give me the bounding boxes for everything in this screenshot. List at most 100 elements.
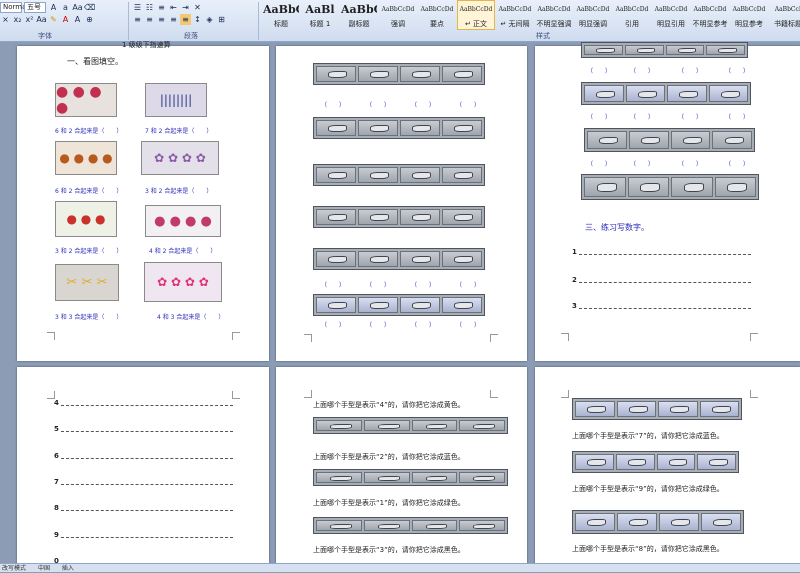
style-sample: AaBbCcDd	[537, 6, 571, 13]
font-color-icon[interactable]: A	[60, 14, 71, 25]
align-right-icon[interactable]: ≡	[156, 14, 167, 25]
status-mode[interactable]: 改写模式	[2, 565, 26, 572]
style-option[interactable]: AaBbCcDd 要点	[418, 0, 456, 30]
char-shading-icon[interactable]: A	[72, 14, 83, 25]
style-name: 副标题	[348, 20, 370, 28]
hand-strip-7	[581, 42, 748, 58]
answer-blank: （ ）	[587, 68, 612, 75]
page-5: 上面哪个手型是表示“4”的，请你把它涂成黄色。 上面哪个手型是表示“2”的，请你…	[276, 367, 527, 567]
margin-mark	[304, 334, 312, 342]
section-1-heading: 一、看图填空。	[67, 57, 123, 66]
style-sample: AaBbCcDd	[615, 6, 649, 13]
align-center-icon[interactable]: ≡	[144, 14, 155, 25]
writing-line: 6	[54, 452, 234, 460]
caption-4: 3 和 2 合起来是（ ）	[145, 188, 213, 195]
lantern-image: ● ● ● ●	[55, 83, 117, 117]
style-option[interactable]: AaBbCcDd ↵ 正文	[457, 0, 495, 30]
question-7: 上面哪个手型是表示“8”的，请你把它涂成黑色。	[572, 545, 724, 553]
style-sample: AaBl	[305, 3, 335, 16]
font-name-combo[interactable]: Normal	[0, 2, 28, 13]
multilevel-icon[interactable]: ≡	[156, 2, 167, 13]
hand-strip-16	[572, 510, 744, 534]
align-left-icon[interactable]: ≡	[132, 14, 143, 25]
style-name: 标题 1	[309, 20, 331, 28]
answer-blank: （ ）	[630, 161, 655, 168]
style-option[interactable]: AaBbCcI 书籍标题	[769, 0, 800, 30]
style-option[interactable]: AaBbCcDd 不明显参考	[691, 0, 729, 30]
hand-strip-8	[581, 82, 751, 105]
line-spacing-icon[interactable]: ↕	[192, 14, 203, 25]
change-case-icon[interactable]: Aa	[72, 2, 83, 13]
style-option[interactable]: AaBbCcDd 明显强调	[574, 0, 612, 30]
strikethrough-icon[interactable]: ×	[0, 14, 11, 25]
answer-blank: （ ）	[630, 114, 655, 121]
style-option[interactable]: AaBl 标题 1	[301, 0, 339, 30]
grow-font-icon[interactable]: A	[48, 2, 59, 13]
hand-strip-11	[313, 417, 508, 434]
answer-blank: （ ）	[456, 282, 481, 289]
writing-line: 4	[54, 399, 234, 407]
increase-indent-icon[interactable]: ⇥	[180, 2, 191, 13]
justify-icon[interactable]: ≡	[168, 14, 179, 25]
style-option[interactable]: AaBbCcDd 明显引用	[652, 0, 690, 30]
style-option[interactable]: AaBbC 副标题	[340, 0, 378, 30]
shading-icon[interactable]: ◈	[204, 14, 215, 25]
paragraph-row-1: ☰ ☷ ≡ ⇤ ⇥ ✕	[132, 2, 204, 13]
change-case-icon-2[interactable]: Aa	[36, 14, 47, 25]
style-sample: AaBbC	[341, 3, 377, 16]
paragraph-row-2: ≡ ≡ ≡ ≡ ≡ ↕ ◈ ⊞	[132, 14, 228, 25]
hand-strip-6	[313, 294, 485, 316]
style-option[interactable]: AaBbCcDd 不明显强调	[535, 0, 573, 30]
numbering-icon[interactable]: ☷	[144, 2, 155, 13]
style-sample: AaBbCcDd	[693, 6, 727, 13]
answer-blank: （ ）	[678, 114, 703, 121]
decrease-indent-icon[interactable]: ⇤	[168, 2, 179, 13]
status-insert[interactable]: 插入	[62, 565, 74, 572]
style-name: 要点	[430, 20, 444, 28]
style-option[interactable]: AaBbCcDd 明显参考	[730, 0, 768, 30]
group-separator-2	[258, 2, 259, 40]
hand-strip-13	[313, 517, 508, 534]
bullets-icon[interactable]: ☰	[132, 2, 143, 13]
margin-mark	[750, 333, 758, 341]
answer-blank: （ ）	[366, 322, 391, 329]
status-language[interactable]: 中国	[38, 565, 50, 572]
style-sample: AaBbCcDd	[732, 6, 766, 13]
font-size-combo[interactable]: 五号	[24, 2, 46, 13]
hand-strip-4	[313, 206, 485, 228]
style-option[interactable]: AaBbC 标题	[262, 0, 300, 30]
margin-mark	[561, 390, 569, 398]
question-5: 上面哪个手型是表示“7”的，请你把它涂成蓝色。	[572, 432, 724, 440]
highlight-icon[interactable]: ✎	[48, 14, 59, 25]
styles-gallery: AaBbC标题AaBl标题 1AaBbC副标题AaBbCcDd强调AaBbCcD…	[262, 0, 800, 30]
style-option[interactable]: AaBbCcDd ↵ 无间隔	[496, 0, 534, 30]
enclose-char-icon[interactable]: ⊕	[84, 14, 95, 25]
answer-blank: （ ）	[456, 102, 481, 109]
hand-strip-2	[313, 117, 485, 139]
caption-7: 3 和 3 合起来是（ ）	[55, 314, 123, 321]
hand-strip-1	[313, 63, 485, 85]
margin-mark	[47, 332, 55, 340]
shrink-font-icon[interactable]: a	[60, 2, 71, 13]
chinese-layout-icon[interactable]: ✕	[192, 2, 203, 13]
group-styles-label: 样式	[536, 32, 550, 40]
candles-image: ||||||||	[145, 83, 207, 117]
subscript-icon[interactable]: x₂	[12, 14, 23, 25]
clear-format-icon[interactable]: ⌫	[84, 2, 95, 13]
ribbon: Normal 五号 A a Aa ⌫ × x₂ x² Aa ✎ A A ⊕ 字体…	[0, 0, 800, 42]
distributed-icon[interactable]: ≡	[180, 14, 191, 25]
answer-blank: （ ）	[411, 282, 436, 289]
borders-icon[interactable]: ⊞	[216, 14, 227, 25]
style-option[interactable]: AaBbCcDd 引用	[613, 0, 651, 30]
style-option[interactable]: AaBbCcDd 强调	[379, 0, 417, 30]
answer-blank: （ ）	[678, 161, 703, 168]
superscript-icon[interactable]: x²	[24, 14, 35, 25]
answer-blank: （ ）	[366, 102, 391, 109]
style-name: ↵ 无间隔	[500, 20, 530, 28]
margin-mark	[232, 391, 240, 399]
margin-mark	[490, 334, 498, 342]
margin-mark	[304, 390, 312, 398]
style-sample: AaBbC	[263, 3, 299, 16]
answer-blank: （ ）	[587, 114, 612, 121]
section-3-heading: 三、练习写数字。	[585, 223, 649, 232]
